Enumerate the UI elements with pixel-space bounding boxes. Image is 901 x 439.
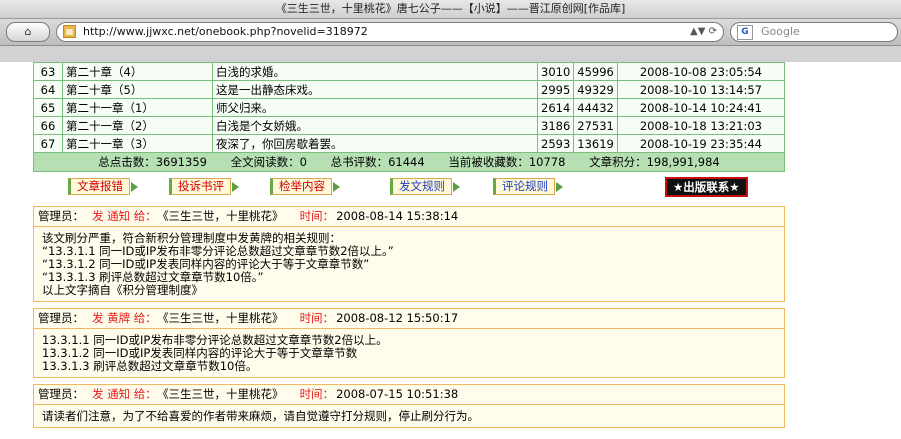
chapter-summary: 师父归来。 [212, 98, 538, 117]
search-bar[interactable]: G Google [730, 22, 898, 42]
browser-toolbar: ⌂ ▦ http://www.jjwxc.net/onebook.php?nov… [0, 19, 901, 46]
chapter-row: 67 第二十一章（3） 夜深了，你回房歇着罢。 2593 13619 2008-10-19… [33, 134, 786, 153]
chapter-update-time: 2008-10-14 10:24:41 [616, 98, 786, 117]
notice-box: 管理员： 发 黄牌 给： 《三生三世，十里桃花》 时间： 2008-08-12 15:5… [33, 308, 785, 378]
chapter-table: 63 第二十章（4） 白浅的求婚。 3010 45996 2008-10-08 23:05… [33, 62, 786, 153]
chapter-update-time: 2008-10-18 13:21:03 [616, 116, 786, 135]
url-dropdown-icon[interactable]: ▲▼ ⟳ [690, 23, 717, 41]
chapter-update-time: 2008-10-10 13:14:57 [616, 80, 786, 99]
notice-header: 管理员： 发 通知 给： 《三生三世，十里桃花》 时间： 2008-07-15 10:5… [34, 385, 784, 405]
notice-work-title: 《三生三世，十里桃花》 [162, 311, 284, 325]
page-content: 63 第二十章（4） 白浅的求婚。 3010 45996 2008-10-08 23:05… [33, 62, 786, 428]
chapter-index: 64 [33, 80, 63, 99]
notice-line: 以上文字摘自《积分管理制度》 [42, 283, 203, 297]
publish-rules-button[interactable]: 发文规则 [390, 178, 460, 195]
chapter-word-count: 3010 [536, 62, 575, 81]
url-text[interactable]: http://www.jjwxc.net/onebook.php?novelid… [83, 23, 368, 41]
stat-total-clicks: 总点击数：3691359 [98, 155, 207, 169]
notice-time-label: 时间： [299, 311, 335, 325]
home-icon: ⌂ [24, 25, 32, 38]
chapter-click-count: 45996 [573, 62, 618, 81]
stat-favorites: 当前被收藏数：10778 [448, 155, 566, 169]
notice-time: 2008-08-14 15:38:14 [336, 209, 459, 223]
review-rules-button[interactable]: 评论规则 [493, 178, 563, 195]
notice-work-title: 《三生三世，十里桃花》 [162, 387, 284, 401]
notice-time-label: 时间： [299, 209, 335, 223]
chapter-click-count: 44432 [573, 98, 618, 117]
stats-bar: 总点击数：3691359 全文阅读数：0 总书评数：61444 当前被收藏数：1… [33, 153, 785, 172]
chapter-row: 65 第二十一章（1） 师父归来。 2614 44432 2008-10-14 10:24… [33, 98, 786, 117]
notice-body: 13.3.1.1 同一ID或IP发布非零分评论总数超过文章章节数2倍以上。 13.… [34, 329, 784, 377]
chapter-summary: 白浅是个女娇娥。 [212, 116, 538, 135]
notice-header: 管理员： 发 通知 给： 《三生三世，十里桃花》 时间： 2008-08-14 15:3… [34, 207, 784, 227]
complain-review-button[interactable]: 投诉书评 [169, 178, 239, 195]
notice-line: 请读者们注意，为了不给喜爱的作者带来麻烦，请自觉遵守打分规则，停止刷分行为。 [42, 409, 479, 423]
notice-header: 管理员： 发 黄牌 给： 《三生三世，十里桃花》 时间： 2008-08-12 15:5… [34, 309, 784, 329]
google-search-icon[interactable]: G [737, 25, 753, 40]
chapter-title[interactable]: 第二十章（5） [62, 80, 213, 99]
notice-box: 管理员： 发 通知 给： 《三生三世，十里桃花》 时间： 2008-07-15 10:5… [33, 384, 785, 428]
notice-time: 2008-08-12 15:50:17 [336, 311, 459, 325]
notice-action: 发 通知 给： [92, 387, 157, 401]
admin-notices: 管理员：发 通知 给： 《三生三世，十里桃花》 时间： 2008-08-14 15:3… [33, 206, 785, 428]
notice-action: 发 通知 给： [92, 209, 157, 223]
report-error-button[interactable]: 文章报错 [68, 178, 138, 195]
chapter-title[interactable]: 第二十一章（1） [62, 98, 213, 117]
chapter-word-count: 3186 [536, 116, 575, 135]
notice-time-label: 时间： [299, 387, 335, 401]
chapter-word-count: 2593 [536, 134, 575, 153]
notice-box: 管理员： 发 通知 给： 《三生三世，十里桃花》 时间： 2008-08-14 15:3… [33, 206, 785, 302]
chapter-title[interactable]: 第二十章（4） [62, 62, 213, 81]
notice-action: 发 黄牌 给： [92, 311, 157, 325]
notice-admin-label: 管理员： [38, 311, 84, 325]
notice-body: 该文刷分严重，符合新积分管理制度中发黄牌的相关规则： “13.3.1.1 同一ID… [34, 227, 784, 301]
chapter-row: 64 第二十章（5） 这是一出静态床戏。 2995 49329 2008-10-10 13… [33, 80, 786, 99]
notice-work-title: 《三生三世，十里桃花》 [162, 209, 284, 223]
chapter-index: 63 [33, 62, 63, 81]
chapter-title[interactable]: 第二十一章（2） [62, 116, 213, 135]
stat-points: 文章积分：198,991,984 [589, 155, 720, 169]
chapter-click-count: 27531 [573, 116, 618, 135]
chapter-click-count: 49329 [573, 80, 618, 99]
stat-total-reviews: 总书评数：61444 [330, 155, 425, 169]
chapter-summary: 夜深了，你回房歇着罢。 [212, 134, 538, 153]
chapter-index: 67 [33, 134, 63, 153]
report-content-button[interactable]: 检举内容 [270, 178, 340, 195]
bookmarks-bar [0, 46, 901, 62]
chapter-row: 66 第二十一章（2） 白浅是个女娇娥。 3186 27531 2008-10-18 13… [33, 116, 786, 135]
chapter-word-count: 2995 [536, 80, 575, 99]
site-favicon-icon: ▦ [63, 25, 76, 38]
chapter-summary: 白浅的求婚。 [212, 62, 538, 81]
window-title: 《三生三世，十里桃花》唐七公子——【小说】——晋江原创网[作品库] [0, 0, 901, 19]
chapter-index: 65 [33, 98, 63, 117]
address-bar[interactable]: ▦ http://www.jjwxc.net/onebook.php?novel… [56, 22, 724, 42]
notice-line: 13.3.1.3 刷评总数超过文章章节数10倍。 [42, 359, 258, 373]
notice-body: 请读者们注意，为了不给喜爱的作者带来麻烦，请自觉遵守打分规则，停止刷分行为。 [34, 405, 784, 427]
stat-full-reads: 全文阅读数：0 [230, 155, 307, 169]
chapter-update-time: 2008-10-08 23:05:54 [616, 62, 786, 81]
chapter-index: 66 [33, 116, 63, 135]
action-buttons: 文章报错 投诉书评 检举内容 发文规则 评论规则 ★出版联系★ [33, 172, 785, 200]
chapter-title[interactable]: 第二十一章（3） [62, 134, 213, 153]
notice-time: 2008-07-15 10:51:38 [336, 387, 459, 401]
chapter-row: 63 第二十章（4） 白浅的求婚。 3010 45996 2008-10-08 23:05… [33, 62, 786, 81]
search-input[interactable]: Google [761, 23, 800, 41]
chapter-word-count: 2614 [536, 98, 575, 117]
notice-admin-label: 管理员： [38, 387, 84, 401]
publishing-contact-button[interactable]: ★出版联系★ [665, 177, 748, 197]
home-button[interactable]: ⌂ [6, 22, 50, 42]
chapter-click-count: 13619 [573, 134, 618, 153]
chapter-update-time: 2008-10-19 23:35:44 [616, 134, 786, 153]
notice-admin-label: 管理员： [38, 209, 84, 223]
chapter-summary: 这是一出静态床戏。 [212, 80, 538, 99]
